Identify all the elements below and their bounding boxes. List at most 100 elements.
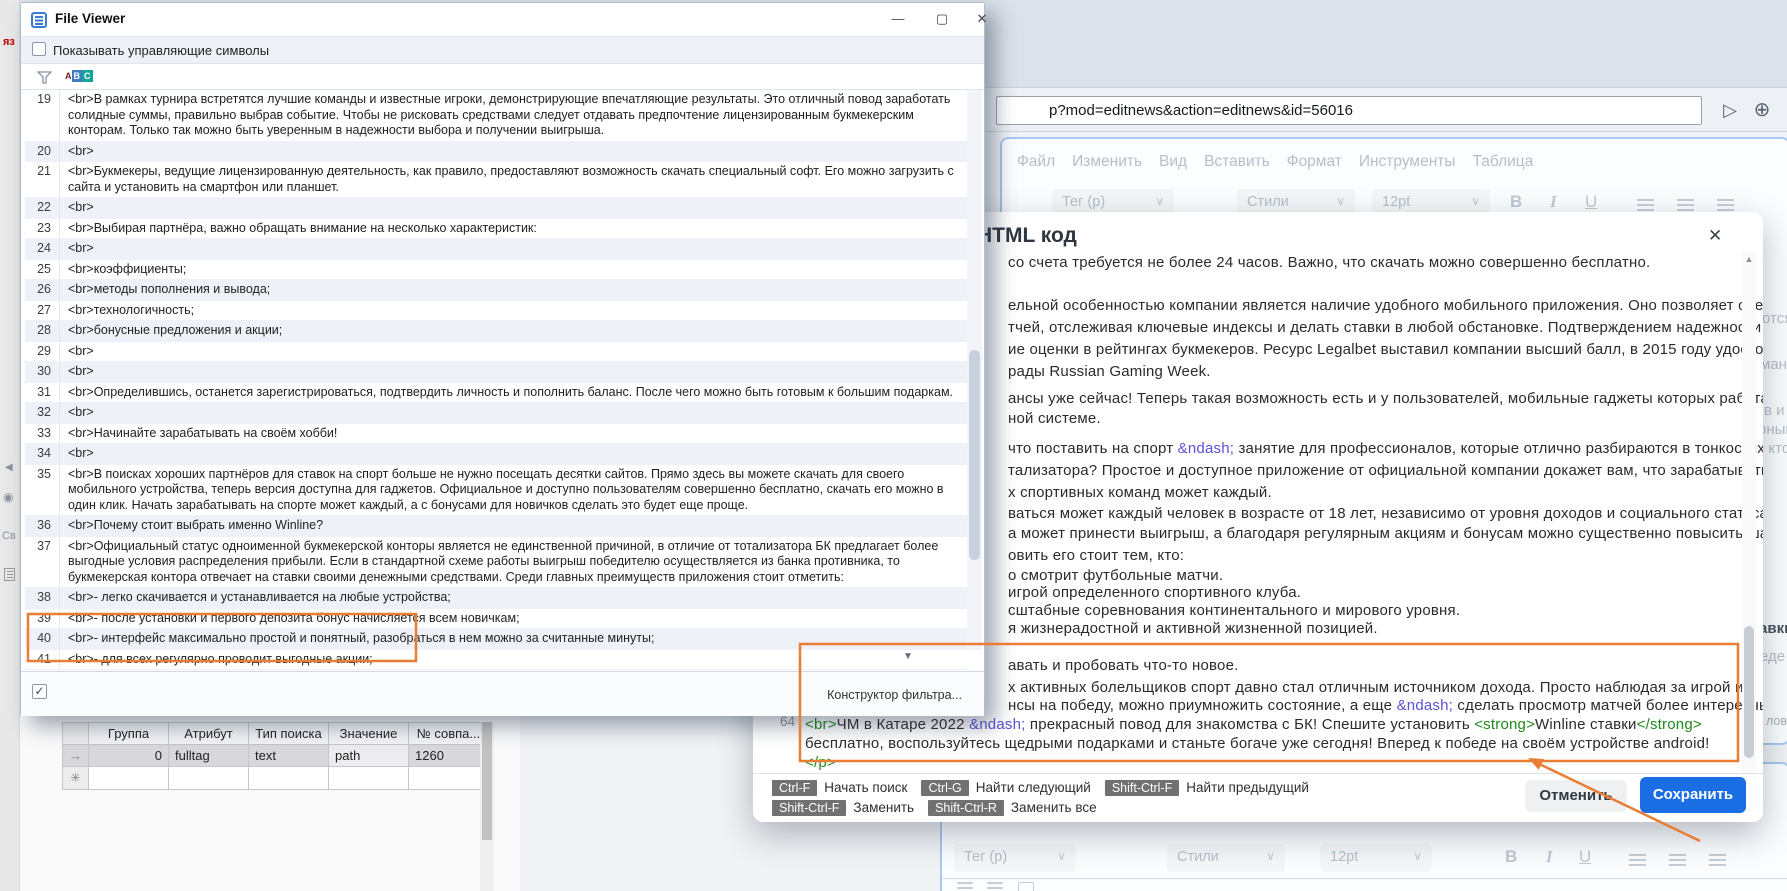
bold-icon-2[interactable]: B	[1505, 847, 1517, 867]
menu-item[interactable]: Формат	[1287, 153, 1342, 171]
viewer-line[interactable]: 28 <br>бонусные предложения и акции;	[25, 321, 967, 342]
new-row-marker[interactable]: ✳	[62, 766, 89, 790]
file-viewer-titlebar[interactable]: File Viewer — ▢ ✕	[21, 3, 987, 37]
run-icon[interactable]: ▷	[1717, 95, 1743, 125]
empty-cell[interactable]	[328, 766, 409, 790]
italic-icon-2[interactable]: I	[1546, 847, 1553, 867]
scroll-up-icon[interactable]: ▲	[1742, 254, 1756, 264]
code-line: что поставить на спорт &ndash; занятие д…	[1008, 440, 1763, 457]
bullist-icon[interactable]	[987, 882, 1003, 884]
table-header[interactable]: № совпа...	[408, 722, 489, 745]
italic-icon[interactable]: I	[1550, 192, 1557, 212]
styles-dropdown-2[interactable]: ∨ Стили	[1167, 844, 1285, 872]
abc-icon: АВС	[65, 70, 93, 82]
save-button[interactable]: Сохранить	[1640, 777, 1746, 813]
outdent-icon[interactable]	[1677, 199, 1694, 201]
viewer-line[interactable]: 31 <br>Определившись, останется зарегистр…	[25, 382, 967, 403]
close-icon[interactable]: ✕	[1708, 226, 1722, 246]
outdent-icon-2[interactable]	[1669, 854, 1686, 856]
viewer-line[interactable]: 35 <br>В поисках хороших партнёров для ст…	[25, 464, 967, 516]
viewer-line[interactable]: 38 <br>- легко скачивается и устанавливае…	[25, 588, 967, 609]
menu-item[interactable]: Файл	[1017, 153, 1055, 171]
fontsize-dropdown-2[interactable]: ∨ 12pt	[1320, 844, 1432, 872]
back-icon[interactable]: ◀	[5, 462, 13, 473]
code-line: х активных болельщиков спорт давно стал …	[1008, 679, 1744, 696]
url-input[interactable]: p?mod=editnews&action=editnews&id=56016	[996, 96, 1702, 125]
table-new-row[interactable]: ✳	[62, 766, 489, 790]
scrollbar-thumb[interactable]	[1744, 626, 1754, 758]
viewer-line[interactable]: 27 <br>технологичность;	[25, 300, 967, 321]
viewer-line[interactable]: 23 <br>Выбирая партнёра, важно обращать в…	[25, 218, 967, 239]
empty-cell[interactable]	[408, 766, 489, 790]
line-number: 20	[37, 143, 51, 158]
add-tab-icon[interactable]: ⊕	[1749, 95, 1775, 125]
indent-icon[interactable]	[1717, 199, 1734, 201]
viewer-line[interactable]: 19 <br>В рамках турнира встретятся лучшие…	[25, 90, 967, 142]
empty-cell[interactable]	[88, 766, 169, 790]
maximize-icon[interactable]: ▢	[927, 11, 957, 27]
viewer-line[interactable]: 33 <br>Начинайте зарабатывать на своём хо…	[25, 423, 967, 444]
table-cell[interactable]: →	[62, 744, 89, 767]
align-icon[interactable]	[1637, 199, 1654, 201]
viewer-line[interactable]: 20 <br>	[25, 141, 967, 162]
viewer-line[interactable]: 22 <br>	[25, 198, 967, 219]
viewer-line[interactable]: 37 <br>Официальный статус одноименной бук…	[25, 536, 967, 588]
line-text: <br>технологичность;	[59, 300, 967, 320]
bold-icon[interactable]: B	[1510, 192, 1522, 212]
table-cell[interactable]: text	[248, 744, 329, 767]
align-icon-2[interactable]	[1629, 854, 1646, 856]
minimize-icon[interactable]: —	[883, 11, 913, 26]
menu-item[interactable]: Изменить	[1072, 153, 1142, 171]
show-control-chars-checkbox[interactable]	[32, 42, 46, 56]
viewer-line[interactable]: 34 <br>	[25, 444, 967, 465]
table-cell[interactable]: path	[328, 744, 409, 767]
menu-item[interactable]: Вставить	[1204, 153, 1270, 171]
menu-item[interactable]: Вид	[1159, 153, 1187, 171]
close-window-icon[interactable]: ✕	[967, 11, 997, 27]
key-badge: Shift-Ctrl-F	[772, 800, 847, 816]
viewer-line[interactable]: 36 <br>Почему стоит выбрать именно Winlin…	[25, 516, 967, 537]
cancel-button[interactable]: Отменить	[1525, 780, 1627, 812]
code-line: со счета требуется не более 24 часов. Ва…	[1008, 254, 1651, 271]
underline-icon-2[interactable]: U	[1579, 847, 1591, 867]
dropdown-arrow-icon[interactable]: ▼	[903, 651, 913, 662]
viewer-line[interactable]: 26 <br>методы пополнения и вывода;	[25, 280, 967, 301]
table-row[interactable]: → 0 fulltag text path 1260	[62, 744, 489, 767]
filter-builder-link[interactable]: Конструктор фильтра...	[827, 688, 962, 702]
fullscreen-icon[interactable]	[1018, 882, 1034, 891]
table-scrollbar[interactable]	[480, 722, 494, 891]
file-viewer-scrollbar[interactable]	[967, 90, 982, 650]
viewer-line[interactable]: 29 <br>	[25, 341, 967, 362]
numlist-icon[interactable]	[957, 882, 973, 884]
menu-item[interactable]: Инструменты	[1359, 153, 1456, 171]
viewer-line[interactable]: 40 <br>- интерфейс максимально простой и …	[25, 629, 967, 650]
viewer-line[interactable]: 39 <br>- после установки и первого депози…	[25, 608, 967, 629]
window-title: File Viewer	[55, 11, 126, 26]
viewer-line[interactable]: 24 <br>	[25, 239, 967, 260]
clipped-text-fragment: в и	[1764, 402, 1785, 419]
dialog-scrollbar[interactable]: ▲ ▼	[1742, 252, 1756, 792]
code-line: о смотрит футбольные матчи.	[1008, 567, 1224, 584]
viewer-line[interactable]: 21 <br>Букмекеры, ведущие лицензированную…	[25, 162, 967, 198]
viewer-line[interactable]: 25 <br>коэффициенты;	[25, 259, 967, 280]
menu-item[interactable]: Таблица	[1473, 153, 1534, 171]
table-cell[interactable]: fulltag	[168, 744, 249, 767]
empty-cell[interactable]	[248, 766, 329, 790]
table-header[interactable]: Тип поиска	[248, 722, 329, 745]
underline-icon[interactable]: U	[1585, 192, 1597, 212]
viewer-line[interactable]: 32 <br>	[25, 403, 967, 424]
line-text: <br>бонусные предложения и акции;	[59, 321, 967, 341]
footer-checkbox[interactable]: ✓	[32, 684, 47, 699]
tag-dropdown-2[interactable]: ∨ Тег (p)	[954, 844, 1076, 872]
table-header[interactable]: Атрибут	[168, 722, 249, 745]
table-header[interactable]: Значение	[328, 722, 409, 745]
viewer-line[interactable]: 41 <br>- для всех регулярно проводит выго…	[25, 649, 967, 670]
filter-row[interactable]: АВС	[21, 64, 984, 90]
table-cell[interactable]: 1260	[408, 744, 489, 767]
indent-icon-2[interactable]	[1709, 854, 1726, 856]
table-header[interactable]: Группа	[88, 722, 169, 745]
empty-cell[interactable]	[168, 766, 249, 790]
viewer-line[interactable]: 30 <br>	[25, 362, 967, 383]
code-line: ельной особенностью компании является на…	[1008, 297, 1763, 314]
table-cell[interactable]: 0	[88, 744, 169, 767]
